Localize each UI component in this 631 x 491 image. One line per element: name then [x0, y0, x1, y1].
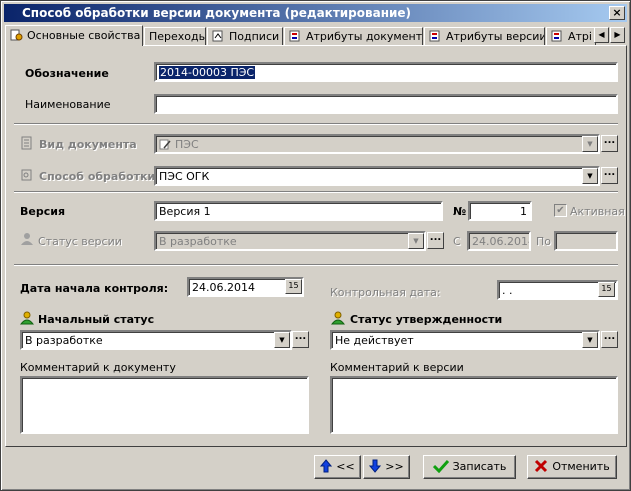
document-type-icon: [21, 136, 32, 150]
tab-label: Атрибуты документа: [306, 30, 423, 43]
tab-scroll-right-button[interactable]: ▶: [610, 27, 625, 43]
arrow-down-icon: [369, 459, 382, 473]
version-label: Версия: [20, 205, 66, 218]
tab-strip: Основные свойства Переходы Подписи Атриб…: [5, 25, 628, 46]
window-title: Способ обработки версии документа (редак…: [22, 6, 412, 20]
properties-icon: [10, 29, 23, 41]
approval-status-label: Статус утвержденности: [350, 313, 503, 326]
version-comment-textarea[interactable]: [330, 376, 618, 434]
tab-signatures[interactable]: Подписи: [207, 27, 283, 45]
initial-status-ellipsis-button[interactable]: ...: [292, 331, 309, 348]
attributes-icon: [429, 30, 440, 42]
control-start-calendar-button[interactable]: 15: [285, 279, 302, 294]
separator: [14, 191, 618, 193]
tab-label: Подписи: [229, 30, 280, 43]
attributes-icon: [289, 30, 300, 42]
processing-method-ellipsis-button[interactable]: ...: [601, 167, 618, 184]
approval-status-dropdown-button[interactable]: ▼: [582, 332, 598, 348]
active-checkbox[interactable]: ✔: [554, 204, 567, 217]
initial-status-field[interactable]: В разработке: [20, 330, 292, 350]
designation-label: Обозначение: [25, 67, 109, 80]
active-checkbox-label: Активная: [570, 205, 625, 218]
processing-method-label: Способ обработки: [39, 170, 156, 183]
signatures-icon: [212, 30, 223, 42]
valid-to-input[interactable]: [554, 231, 618, 251]
initial-status-dropdown-button[interactable]: ▼: [274, 332, 290, 348]
version-comment-label: Комментарий к версии: [330, 361, 464, 374]
close-button[interactable]: ×: [609, 6, 625, 20]
document-type-ellipsis-button[interactable]: ...: [601, 135, 618, 152]
version-status-field[interactable]: В разработке: [154, 231, 426, 251]
tab-transitions[interactable]: Переходы: [144, 27, 206, 45]
tab-main-properties[interactable]: Основные свойства: [5, 25, 143, 46]
tab-label: Атрибуты версии: [446, 30, 545, 43]
previous-button[interactable]: <<: [314, 455, 361, 479]
valid-from-input[interactable]: 24.06.2014: [467, 231, 531, 251]
tab-document-attributes[interactable]: Атрибуты документа: [284, 27, 423, 45]
document-comment-label: Комментарий к документу: [20, 361, 176, 374]
tab-scroll-left-button[interactable]: ◀: [594, 27, 609, 43]
document-type-value-icon: [159, 139, 171, 150]
title-bar[interactable]: Способ обработки версии документа (редак…: [4, 4, 627, 22]
separator: [14, 123, 618, 125]
separator: [14, 264, 618, 266]
cancel-button-label: Отменить: [552, 460, 610, 473]
version-number-input[interactable]: 1: [468, 201, 532, 221]
checkmark-icon: [432, 459, 449, 473]
document-type-value: ПЭС: [175, 138, 199, 151]
control-start-date-label: Дата начала контроля:: [20, 282, 169, 295]
tab-label: Атрі: [568, 30, 592, 43]
valid-to-label: По: [536, 235, 552, 248]
processing-method-field[interactable]: ПЭС ОГК: [154, 166, 600, 186]
document-type-field[interactable]: ПЭС: [154, 134, 600, 154]
previous-button-label: <<: [336, 460, 355, 473]
designation-input[interactable]: 2014-00003 ПЭС: [154, 62, 618, 82]
approval-status-field[interactable]: Не действует: [330, 330, 600, 350]
initial-status-label: Начальный статус: [38, 313, 155, 326]
approval-status-ellipsis-button[interactable]: ...: [601, 331, 618, 348]
version-input[interactable]: Версия 1: [154, 201, 443, 221]
cross-icon: [535, 459, 548, 473]
attributes-icon: [551, 30, 562, 42]
valid-from-label: С: [453, 235, 461, 248]
name-label: Наименование: [25, 98, 111, 111]
control-date-label: Контрольная дата:: [330, 286, 441, 299]
cancel-button[interactable]: Отменить: [527, 455, 617, 479]
next-button[interactable]: >>: [363, 455, 410, 479]
user-icon: [331, 311, 345, 325]
document-type-label: Вид документа: [39, 138, 137, 151]
user-icon: [20, 311, 34, 325]
tab-label: Переходы: [149, 30, 206, 43]
version-status-label: Статус версии: [38, 235, 122, 248]
user-icon: [21, 233, 33, 245]
version-number-label: №: [453, 205, 467, 218]
save-button-label: Записать: [452, 460, 507, 473]
tab-more-attributes[interactable]: Атрі: [546, 27, 596, 45]
processing-method-icon: [21, 169, 32, 181]
arrow-up-icon: [320, 459, 333, 473]
processing-method-dropdown-button[interactable]: ▼: [582, 168, 598, 184]
control-date-calendar-button[interactable]: 15: [598, 282, 615, 297]
document-type-dropdown-button[interactable]: ▼: [582, 136, 598, 152]
document-comment-textarea[interactable]: [20, 376, 309, 434]
version-status-dropdown-button[interactable]: ▼: [408, 233, 424, 249]
next-button-label: >>: [385, 460, 404, 473]
tab-panel-main-properties: Обозначение 2014-00003 ПЭС Наименование …: [5, 45, 627, 447]
save-button[interactable]: Записать: [423, 455, 516, 479]
tab-label: Основные свойства: [27, 29, 141, 42]
designation-value: 2014-00003 ПЭС: [159, 66, 256, 79]
name-input[interactable]: [154, 94, 618, 114]
version-status-ellipsis-button[interactable]: ...: [427, 232, 444, 249]
tab-version-attributes[interactable]: Атрибуты версии: [424, 27, 545, 45]
dialog-window: Способ обработки версии документа (редак…: [0, 0, 631, 491]
